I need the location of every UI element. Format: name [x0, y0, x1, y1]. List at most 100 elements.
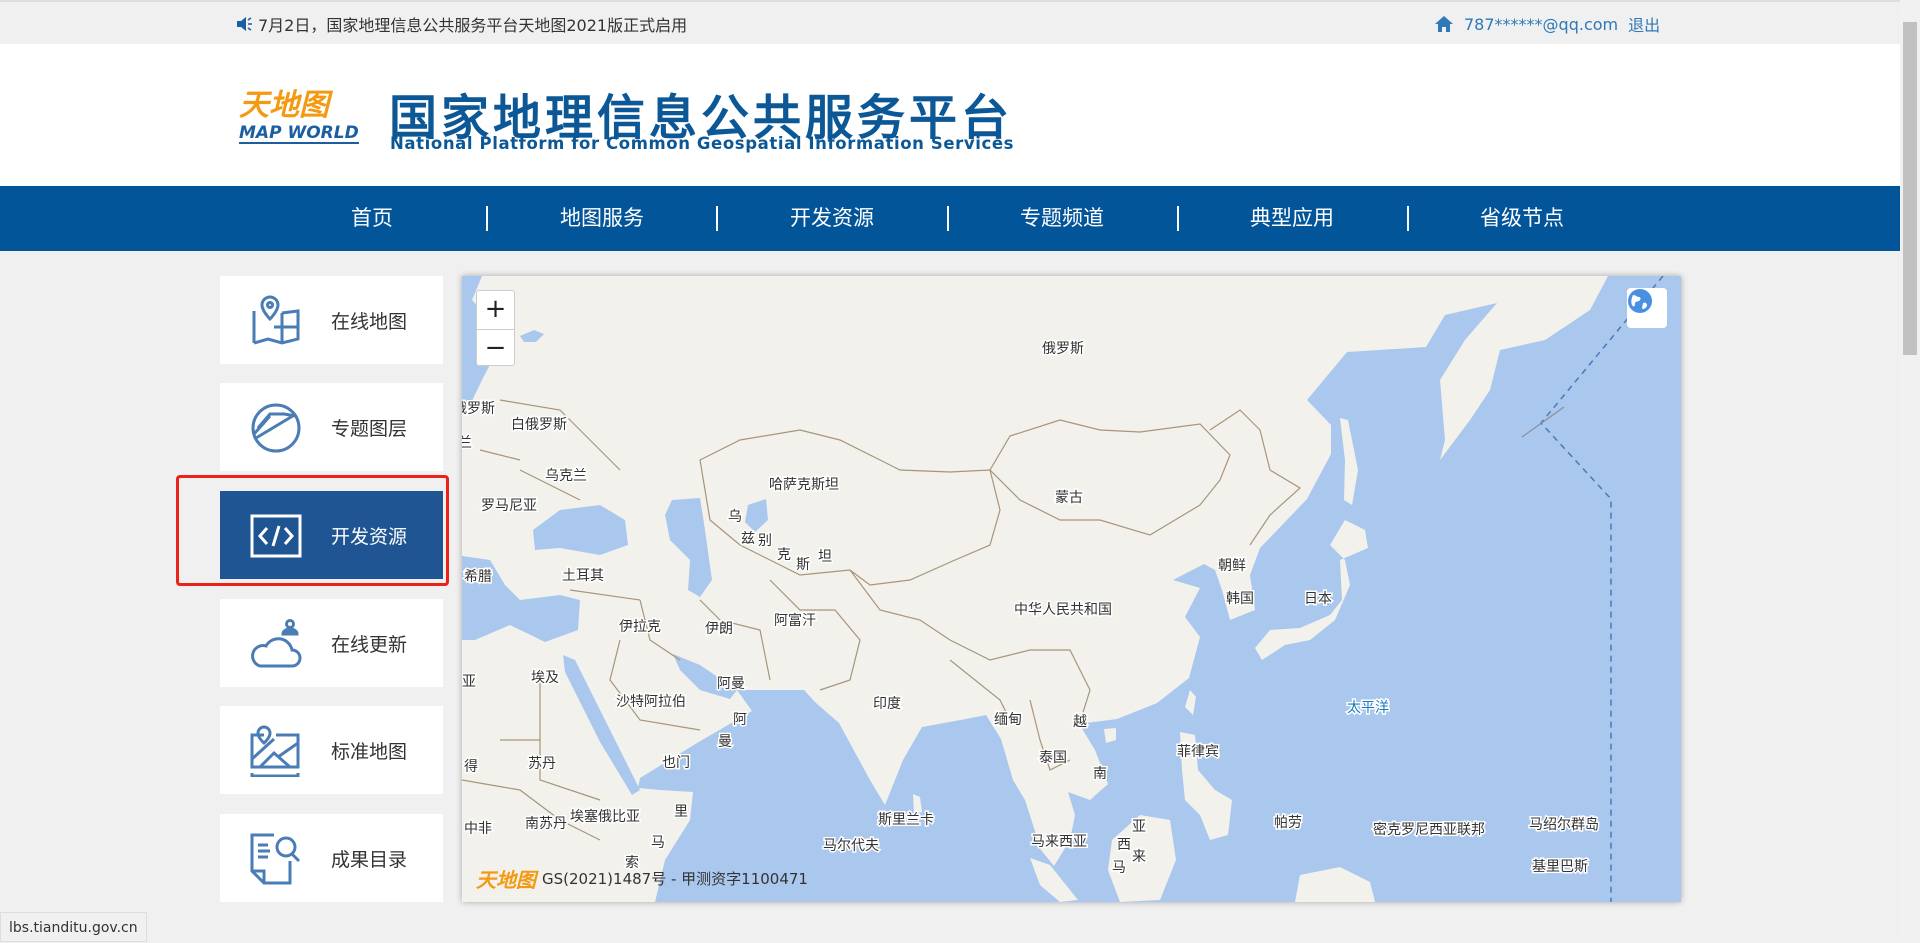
map-label: 蒙古 [1055, 490, 1083, 506]
map-pin-icon [252, 295, 300, 345]
map-label: 中华人民共和国 [1014, 602, 1112, 618]
logo-en: MAP WORLD [239, 123, 359, 144]
map-label: 西 [1117, 837, 1131, 853]
map-label: 得 [464, 758, 478, 775]
map-label: 哈萨克斯坦 [769, 477, 839, 493]
map-label: 阿 [733, 712, 747, 728]
sidebar-item-label: 专题图层 [331, 418, 408, 440]
nav-dev-resources[interactable]: 开发资源 [717, 186, 947, 251]
logo[interactable]: 天地图 [239, 80, 329, 124]
globe-icon [1628, 289, 1652, 313]
map-label: 亚 [1132, 819, 1146, 835]
site-subtitle: National Platform for Common Geospatial … [390, 134, 1015, 153]
map-label: 白俄罗斯 [511, 417, 567, 433]
sidebar-item-label: 成果目录 [331, 849, 408, 871]
page-scrollbar[interactable] [1900, 0, 1920, 942]
map-label: 里 [674, 804, 688, 820]
map-label: 马 [651, 835, 665, 851]
map-label: 波兰 [462, 435, 472, 451]
basemap-switch-button[interactable] [1627, 288, 1667, 328]
map-label: 亚 [462, 674, 476, 690]
sidebar-item-standard-map[interactable]: 标准地图 [220, 706, 443, 794]
zoom-out-button[interactable]: − [477, 329, 514, 367]
aral-sea [745, 499, 768, 532]
red-sea [563, 655, 640, 795]
map-label: 马尔代夫 [823, 838, 879, 854]
map-label: 阿曼 [717, 676, 745, 692]
status-bar-url: lbs.tianditu.gov.cn [0, 912, 147, 942]
sidebar-item-catalog[interactable]: 成果目录 [220, 814, 443, 902]
sidebar-item-thematic-layers[interactable]: 专题图层 [220, 383, 443, 471]
caspian-sea [665, 498, 712, 597]
top-notice-bar: 7月2日，国家地理信息公共服务平台天地图2021版正式启用 787******@… [0, 0, 1900, 44]
map-label: 泰国 [1039, 750, 1067, 766]
map-label: 俄罗斯 [462, 401, 495, 417]
map-label: 伊朗 [705, 621, 733, 637]
nav-map-services[interactable]: 地图服务 [487, 186, 717, 251]
nav-typical-apps[interactable]: 典型应用 [1177, 186, 1407, 251]
sidebar-item-online-map[interactable]: 在线地图 [220, 276, 443, 364]
zoom-in-button[interactable]: + [477, 291, 514, 329]
map-label: 菲律宾 [1177, 744, 1219, 760]
map-label: 克 [777, 547, 791, 563]
map-label: 日本 [1304, 591, 1332, 607]
sidebar-item-label: 在线地图 [331, 311, 408, 333]
map-label: 兹 [741, 531, 755, 547]
map-label: 朝鲜 [1218, 558, 1246, 574]
user-email[interactable]: 787******@qq.com [1464, 15, 1618, 34]
map-label: 中非 [464, 821, 492, 837]
map-label: 沙特阿拉伯 [616, 694, 686, 710]
tianditu-logo: 天地图 [476, 868, 536, 892]
map-label: 马绍尔群岛 [1529, 817, 1599, 833]
map-label: 伊拉克 [619, 619, 661, 635]
nav-home[interactable]: 首页 [257, 186, 487, 251]
map-label: 马 [1112, 860, 1126, 876]
map-label: 别 [758, 533, 772, 549]
layer-circle-icon [251, 403, 301, 453]
map-label: 埃及 [531, 670, 559, 686]
map-label: 缅甸 [994, 712, 1022, 728]
map-label: 越 [1073, 714, 1087, 730]
scrollbar-thumb[interactable] [1903, 22, 1917, 355]
user-box: 787******@qq.com 退出 [1434, 12, 1660, 36]
attribution-text: GS(2021)1487号 - 甲测资字1100471 [542, 870, 808, 888]
map-label: 土耳其 [562, 568, 604, 584]
map-label: 来 [1132, 849, 1146, 865]
map-label: 俄罗斯 [1042, 341, 1084, 357]
map-label: 基里巴斯 [1532, 858, 1588, 875]
zoom-control: + − [476, 290, 515, 366]
notice[interactable]: 7月2日，国家地理信息公共服务平台天地图2021版正式启用 [236, 12, 687, 36]
logout-link[interactable]: 退出 [1628, 12, 1660, 36]
map-label: 斯里兰卡 [878, 812, 934, 828]
nav-topic-channel[interactable]: 专题频道 [947, 186, 1177, 251]
sidebar-item-label: 标准地图 [331, 741, 408, 763]
pacific-indian-ocean [638, 276, 1681, 902]
white-sea [520, 330, 544, 342]
sidebar-item-label: 在线更新 [331, 634, 408, 656]
map-view[interactable]: 俄罗斯 俄罗斯 白俄罗斯 波兰 乌克兰 罗马尼亚 希腊 土耳其 哈萨克斯坦 乌 … [462, 276, 1681, 902]
nav-provincial-nodes[interactable]: 省级节点 [1407, 186, 1637, 251]
map-label: 苏丹 [528, 756, 556, 772]
map-label: 罗马尼亚 [481, 498, 537, 514]
map-canvas[interactable]: 俄罗斯 俄罗斯 白俄罗斯 波兰 乌克兰 罗马尼亚 希腊 土耳其 哈萨克斯坦 乌 … [462, 276, 1681, 902]
map-label: 曼 [718, 734, 732, 750]
map-label: 密克罗尼西亚联邦 [1373, 821, 1485, 838]
black-sea [533, 505, 628, 555]
map-label: 帕劳 [1274, 815, 1302, 831]
document-search-icon [250, 833, 301, 885]
map-label: 南苏丹 [525, 816, 567, 832]
map-label: 韩国 [1226, 591, 1254, 607]
map-label: 印度 [873, 696, 901, 712]
notice-text[interactable]: 7月2日，国家地理信息公共服务平台天地图2021版正式启用 [258, 12, 687, 36]
map-label: 南 [1093, 766, 1107, 782]
sidebar-item-online-update[interactable]: 在线更新 [220, 599, 443, 687]
water-bodies [462, 276, 1681, 902]
standard-map-icon [250, 725, 300, 777]
map-label: 坦 [818, 549, 832, 565]
map-label: 马来西亚 [1031, 834, 1087, 850]
map-label: 乌克兰 [545, 468, 587, 484]
home-icon[interactable] [1434, 15, 1454, 33]
map-label: 斯 [796, 557, 810, 573]
map-label: 也门 [662, 755, 690, 771]
map-label: 希腊 [464, 569, 492, 585]
